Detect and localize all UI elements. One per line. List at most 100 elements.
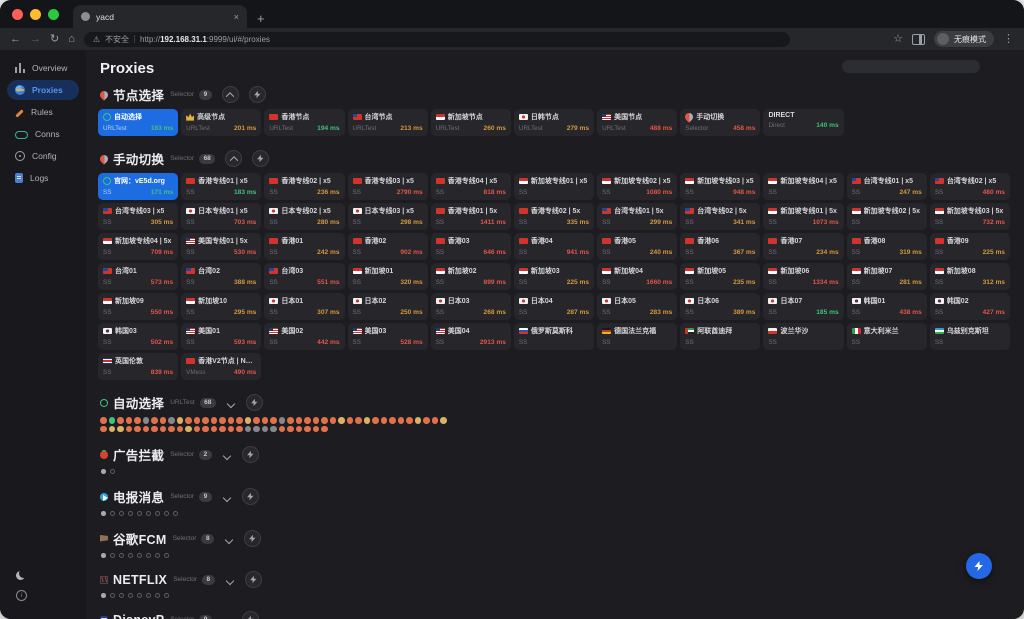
expand-group-button[interactable] (222, 489, 232, 504)
proxy-card[interactable]: 香港04SS941 ms (514, 233, 594, 260)
proxy-card[interactable]: 香港专线04 | x5SS818 ms (431, 173, 511, 200)
proxy-card[interactable]: 台湾节点URLTest213 ms (348, 109, 428, 136)
sidebar-item-conns[interactable]: Conns (7, 124, 79, 144)
proxy-card[interactable]: 新加坡08SS312 ms (930, 263, 1010, 290)
proxy-card[interactable]: 香港05SS240 ms (597, 233, 677, 260)
proxy-card[interactable]: 新加坡01SS320 ms (348, 263, 428, 290)
group-latency-test-button[interactable] (246, 394, 263, 411)
incognito-profile-chip[interactable]: 无痕模式 (934, 31, 994, 47)
proxy-card[interactable]: 日韩节点URLTest279 ms (514, 109, 594, 136)
proxy-card[interactable]: 自动选择URLTest183 ms (98, 109, 178, 136)
proxy-card[interactable]: 乌兹别克斯坦SS (930, 323, 1010, 350)
home-icon[interactable]: ⌂ (68, 34, 75, 45)
close-window-button[interactable] (12, 9, 23, 20)
zoom-window-button[interactable] (48, 9, 59, 20)
sidebar-item-config[interactable]: Config (7, 146, 79, 166)
proxy-card[interactable]: 新加坡节点URLTest260 ms (431, 109, 511, 136)
proxy-card[interactable]: 香港专线02 | 5xSS335 ms (514, 203, 594, 230)
proxy-card[interactable]: 新加坡06SS1334 ms (763, 263, 843, 290)
proxy-card[interactable]: 美国节点URLTest488 ms (597, 109, 677, 136)
proxy-card[interactable]: 台湾专线02 | 5xSS341 ms (680, 203, 760, 230)
proxy-card[interactable]: 韩国03SS502 ms (98, 323, 178, 350)
proxy-card[interactable]: 台湾专线01 | x5SS247 ms (847, 173, 927, 200)
proxy-card[interactable]: 香港03SS646 ms (431, 233, 511, 260)
proxy-card[interactable]: 新加坡05SS235 ms (680, 263, 760, 290)
proxy-card[interactable]: 日本专线01 | x5SS703 ms (181, 203, 261, 230)
proxy-card[interactable]: 新加坡专线02 | 5xSS (847, 203, 927, 230)
collapse-group-button[interactable] (222, 86, 239, 103)
proxy-card[interactable]: 英国伦敦SS839 ms (98, 353, 178, 380)
proxy-card[interactable]: 美国04SS2913 ms (431, 323, 511, 350)
back-icon[interactable]: ← (10, 34, 21, 45)
proxy-card[interactable]: 日本02SS250 ms (348, 293, 428, 320)
proxy-card[interactable]: 新加坡专线03 | x5SS948 ms (680, 173, 760, 200)
sidebar-item-rules[interactable]: Rules (7, 102, 79, 122)
group-latency-test-button[interactable] (249, 86, 266, 103)
expand-group-button[interactable] (226, 395, 236, 410)
reload-icon[interactable]: ↻ (50, 34, 59, 45)
new-tab-button[interactable]: + (257, 12, 265, 25)
proxy-card[interactable]: DIRECTDirect140 ms (763, 109, 843, 136)
proxy-card[interactable]: 香港V2节点 | Netflix免流VMess490 ms (181, 353, 261, 380)
proxy-card[interactable]: 新加坡专线01 | 5xSS1073 ms (763, 203, 843, 230)
proxy-card[interactable]: 台湾03SS551 ms (264, 263, 344, 290)
proxy-card[interactable]: 香港07SS234 ms (763, 233, 843, 260)
expand-group-button[interactable] (225, 572, 235, 587)
browser-menu-icon[interactable]: ⋮ (1003, 34, 1014, 45)
proxy-card[interactable]: 高级节点URLTest201 ms (181, 109, 261, 136)
forward-icon[interactable]: → (30, 34, 41, 45)
proxy-card[interactable]: 香港专线02 | x5SS236 ms (264, 173, 344, 200)
proxy-card[interactable]: 波兰华沙SS (763, 323, 843, 350)
proxy-card[interactable]: 台湾专线03 | x5SS305 ms (98, 203, 178, 230)
proxy-card[interactable]: 俄罗斯莫斯科SS (514, 323, 594, 350)
proxy-card[interactable]: 意大利米兰SS (847, 323, 927, 350)
proxy-card[interactable]: 日本专线03 | x5SS298 ms (348, 203, 428, 230)
group-latency-test-button[interactable] (242, 488, 259, 505)
proxy-card[interactable]: 日本01SS307 ms (264, 293, 344, 320)
proxy-card[interactable]: 新加坡专线04 | x5SS (763, 173, 843, 200)
sidebar-item-overview[interactable]: Overview (7, 58, 79, 78)
proxy-card[interactable]: 新加坡专线01 | x5SS (514, 173, 594, 200)
browser-tab[interactable]: yacd × (73, 5, 247, 28)
close-tab-icon[interactable]: × (234, 12, 239, 22)
proxy-card[interactable]: 台湾专线01 | 5xSS299 ms (597, 203, 677, 230)
proxy-card[interactable]: 新加坡07SS281 ms (847, 263, 927, 290)
proxy-card[interactable]: 新加坡10SS295 ms (181, 293, 261, 320)
group-latency-test-button[interactable] (252, 150, 269, 167)
proxy-card[interactable]: 新加坡04SS1660 ms (597, 263, 677, 290)
proxy-card[interactable]: 阿联酋迪拜SS (680, 323, 760, 350)
group-latency-test-button[interactable] (245, 571, 262, 588)
proxy-card[interactable]: 台湾02SS388 ms (181, 263, 261, 290)
expand-group-button[interactable] (222, 447, 232, 462)
sidebar-item-proxies[interactable]: Proxies (7, 80, 79, 100)
proxy-card[interactable]: 日本06SS389 ms (680, 293, 760, 320)
proxy-card[interactable]: 香港08SS319 ms (847, 233, 927, 260)
group-latency-test-button[interactable] (242, 611, 259, 619)
proxy-card[interactable]: 新加坡09SS550 ms (98, 293, 178, 320)
expand-group-button[interactable] (224, 531, 234, 546)
proxy-card[interactable]: 香港专线01 | 5xSS1411 ms (431, 203, 511, 230)
address-bar[interactable]: ⚠ 不安全 http://192.168.31.1:9999/ui/#/prox… (84, 32, 790, 47)
proxy-card[interactable]: 新加坡专线02 | x5SS1080 ms (597, 173, 677, 200)
proxy-card[interactable]: 官网：vE5d.orgSS171 ms (98, 173, 178, 200)
about-info-icon[interactable]: i (16, 590, 27, 601)
proxy-card[interactable]: 美国03SS528 ms (348, 323, 428, 350)
proxy-card[interactable]: 日本专线02 | x5SS280 ms (264, 203, 344, 230)
proxy-card[interactable]: 新加坡专线03 | 5xSS732 ms (930, 203, 1010, 230)
proxy-card[interactable]: 新加坡02SS899 ms (431, 263, 511, 290)
proxy-card[interactable]: 香港01SS242 ms (264, 233, 344, 260)
proxy-card[interactable]: 新加坡专线04 | 5xSS709 ms (98, 233, 178, 260)
bookmark-star-icon[interactable]: ☆ (893, 34, 903, 45)
proxy-card[interactable]: 日本04SS287 ms (514, 293, 594, 320)
proxy-card[interactable]: 香港专线03 | x5SS2790 ms (348, 173, 428, 200)
proxy-card[interactable]: 台湾专线02 | x5SS480 ms (930, 173, 1010, 200)
proxy-card[interactable]: 日本05SS283 ms (597, 293, 677, 320)
proxy-card[interactable]: 香港02SS902 ms (348, 233, 428, 260)
proxy-card[interactable]: 台湾01SS573 ms (98, 263, 178, 290)
proxy-card[interactable]: 韩国01SS438 ms (847, 293, 927, 320)
side-panel-icon[interactable] (912, 34, 925, 45)
proxy-card[interactable]: 美国01SS593 ms (181, 323, 261, 350)
proxy-card[interactable]: 日本07SS185 ms (763, 293, 843, 320)
sidebar-item-logs[interactable]: Logs (7, 168, 79, 188)
minimize-window-button[interactable] (30, 9, 41, 20)
